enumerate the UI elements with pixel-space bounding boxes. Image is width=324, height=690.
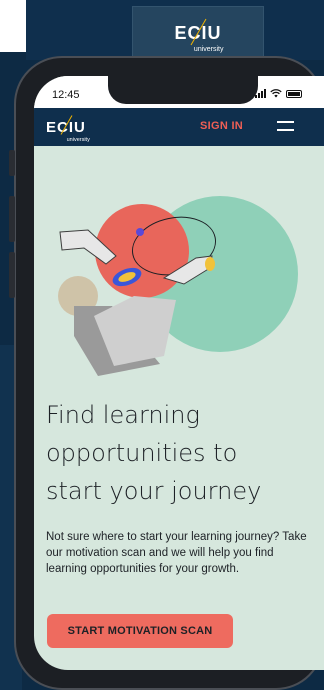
phone-volume-down (9, 252, 15, 298)
yellow-egg (205, 257, 215, 271)
background-white-corner (0, 0, 26, 52)
hero-body-text: Not sure where to start your learning jo… (46, 531, 307, 575)
battery-icon (286, 89, 302, 98)
background-logo-card: ECIU university (132, 6, 264, 60)
orbit-dot (136, 228, 144, 236)
phone-mute-switch (9, 150, 15, 176)
start-motivation-scan-button[interactable]: START MOTIVATION SCAN (47, 614, 233, 648)
sign-in-link[interactable]: SIGN IN (200, 120, 243, 132)
top-nav-bar: ECIU university SIGN IN (34, 108, 324, 146)
status-time: 12:45 (52, 89, 80, 101)
eciu-logo[interactable]: ECIU university (46, 115, 90, 143)
phone-volume-up (9, 196, 15, 242)
phone-notch (108, 76, 258, 104)
hero-illustration (58, 196, 298, 376)
phone-screen: 12:45 ECIU university SIGN IN Find learn… (34, 76, 324, 670)
status-bar: 12:45 (34, 76, 324, 108)
status-icons (255, 89, 302, 98)
hero-headline: Find learning opportunities to start you… (46, 401, 262, 505)
wifi-icon (270, 89, 282, 98)
background-eciu-logo: ECIU university (174, 18, 224, 53)
hamburger-menu-icon[interactable] (277, 121, 294, 131)
signal-icon (255, 89, 266, 98)
